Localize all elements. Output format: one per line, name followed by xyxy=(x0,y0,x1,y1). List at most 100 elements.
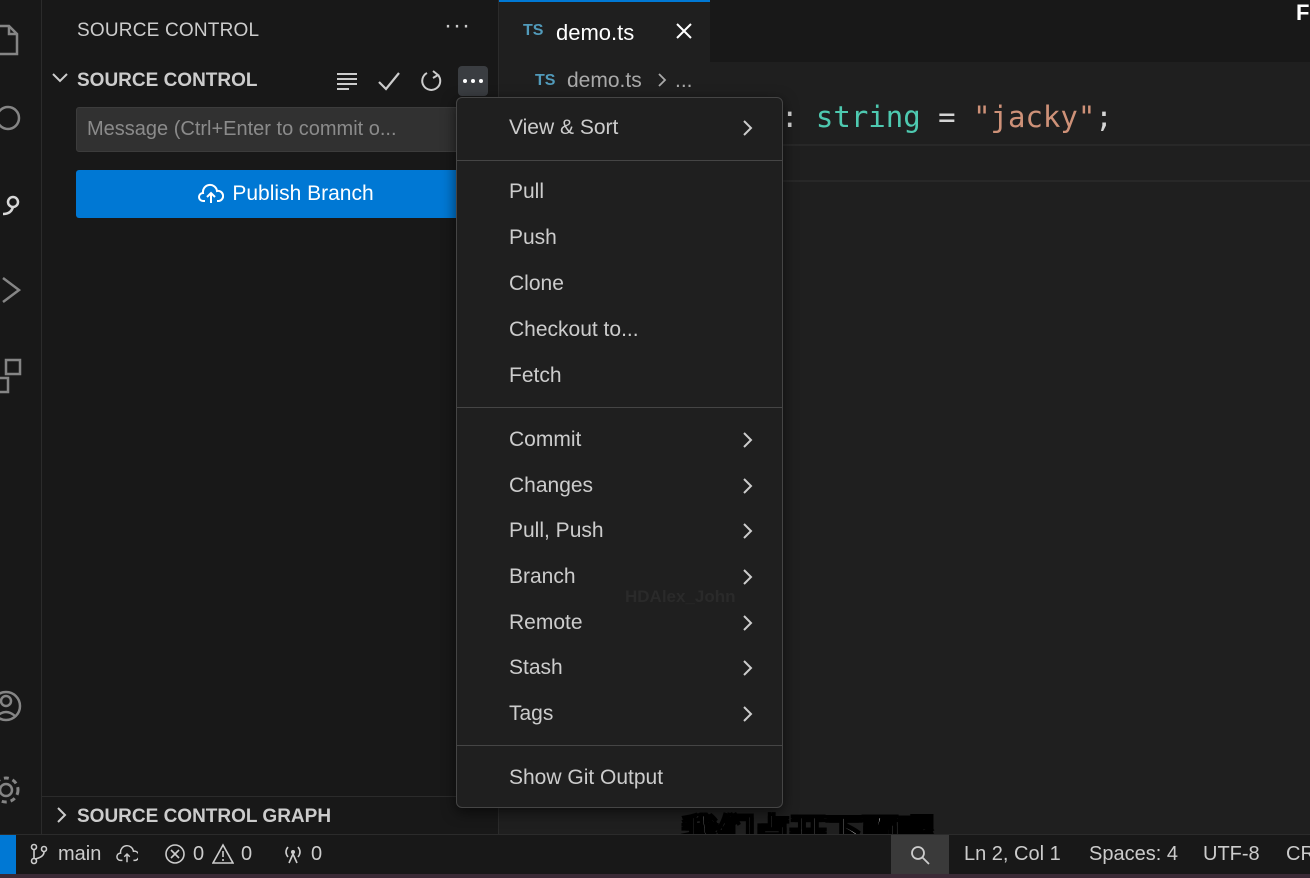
menu-item-commit[interactable]: Commit xyxy=(457,420,782,460)
chevron-right-icon xyxy=(743,706,753,722)
chevron-right-icon xyxy=(743,615,753,631)
code-semicolon: ; xyxy=(1095,100,1113,134)
menu-item-label: Show Git Output xyxy=(509,766,664,789)
warning-icon xyxy=(212,843,234,864)
menu-item-pull[interactable]: Pull xyxy=(457,172,782,212)
settings-gear-icon[interactable] xyxy=(0,772,24,808)
error-count[interactable]: 0 xyxy=(193,843,204,866)
menu-item-clone[interactable]: Clone xyxy=(457,264,782,304)
menu-item-changes[interactable]: Changes xyxy=(457,466,782,506)
menu-item-label: Changes xyxy=(509,474,594,497)
menu-item-label: Fetch xyxy=(509,364,562,387)
explorer-icon[interactable] xyxy=(0,22,24,58)
source-control-graph-header[interactable]: SOURCE CONTROL GRAPH xyxy=(42,796,499,834)
breadcrumb-more[interactable]: ... xyxy=(675,69,693,93)
source-control-section-header[interactable]: SOURCE CONTROL xyxy=(42,62,499,100)
menu-item-pull-push[interactable]: Pull, Push xyxy=(457,511,782,551)
graph-label: SOURCE CONTROL GRAPH xyxy=(77,806,332,827)
current-line-highlight xyxy=(781,144,1310,182)
refresh-icon[interactable] xyxy=(416,66,446,96)
remote-indicator[interactable] xyxy=(0,835,16,875)
menu-item-push[interactable]: Push xyxy=(457,218,782,258)
corner-glyph: F xyxy=(1296,0,1310,25)
chevron-right-icon xyxy=(743,120,753,136)
chevron-right-icon xyxy=(743,478,753,494)
menu-item-label: Commit xyxy=(509,428,582,451)
menu-item-label: Clone xyxy=(509,272,564,295)
chevron-right-icon xyxy=(743,432,753,448)
menu-item-checkout-to[interactable]: Checkout to... xyxy=(457,310,782,350)
end-of-line[interactable]: CR xyxy=(1286,843,1310,866)
error-icon xyxy=(165,844,185,864)
section-label: SOURCE CONTROL xyxy=(77,70,258,91)
warning-count[interactable]: 0 xyxy=(241,843,252,866)
breadcrumb: TS demo.ts ... xyxy=(499,62,1310,100)
source-control-icon[interactable] xyxy=(0,188,24,224)
menu-item-view-sort[interactable]: View & Sort xyxy=(457,108,782,148)
tab-label: demo.ts xyxy=(556,20,635,45)
activity-bar xyxy=(0,0,42,834)
cloud-upload-icon xyxy=(198,183,225,203)
status-bar: main 0 0 0 Ln 2, Col 1 Spaces: 4 UTF-8 C… xyxy=(0,834,1310,875)
watermark: HDAlex_John xyxy=(625,587,736,606)
view-as-list-icon[interactable] xyxy=(332,66,362,96)
chevron-right-icon xyxy=(743,569,753,585)
typescript-file-icon: TS xyxy=(523,22,544,39)
chevron-right-icon xyxy=(658,73,667,87)
code-equals: = xyxy=(920,100,974,134)
sidebar-more-actions-icon[interactable]: ··· xyxy=(444,12,471,40)
zoom-icon xyxy=(911,846,930,865)
chevron-right-icon xyxy=(57,807,67,823)
close-icon[interactable] xyxy=(673,20,695,42)
chevron-right-icon xyxy=(743,660,753,676)
menu-item-label: Pull, Push xyxy=(509,519,604,542)
publish-branch-label: Publish Branch xyxy=(232,182,374,205)
source-control-more-actions-menu: View & Sort Pull Push Clone Checkout to.… xyxy=(456,97,783,808)
menu-item-label: Checkout to... xyxy=(509,318,639,341)
menu-item-label: Tags xyxy=(509,702,554,725)
menu-item-label: Stash xyxy=(509,656,563,679)
code-type: string xyxy=(815,100,921,134)
bottom-strip xyxy=(0,874,1310,878)
ports-count[interactable]: 0 xyxy=(311,843,322,866)
menu-item-label: Push xyxy=(509,226,557,249)
chevron-down-icon xyxy=(52,73,68,83)
menu-separator xyxy=(457,745,782,746)
menu-separator xyxy=(457,407,782,408)
typescript-file-icon: TS xyxy=(535,72,556,89)
menu-item-show-git-output[interactable]: Show Git Output xyxy=(457,758,782,798)
search-icon[interactable] xyxy=(0,102,24,138)
more-actions-icon[interactable] xyxy=(458,66,488,96)
menu-item-fetch[interactable]: Fetch xyxy=(457,356,782,396)
menu-item-label: Pull xyxy=(509,180,545,203)
menu-separator xyxy=(457,160,782,161)
commit-message-input[interactable] xyxy=(76,107,496,152)
sidebar-title: SOURCE CONTROL xyxy=(77,20,260,41)
indentation[interactable]: Spaces: 4 xyxy=(1089,843,1178,866)
ports-broadcast-icon xyxy=(285,846,301,864)
code-line: : string = "jacky"; xyxy=(781,100,1113,134)
menu-item-tags[interactable]: Tags xyxy=(457,694,782,734)
code-string: "jacky" xyxy=(973,100,1096,134)
branch-name[interactable]: main xyxy=(58,843,101,866)
menu-item-label: View & Sort xyxy=(509,116,619,139)
menu-item-stash[interactable]: Stash xyxy=(457,648,782,688)
zoom-button[interactable] xyxy=(891,835,949,875)
encoding[interactable]: UTF-8 xyxy=(1203,843,1260,866)
cloud-upload-icon[interactable] xyxy=(116,843,138,865)
menu-item-remote[interactable]: Remote xyxy=(457,603,782,643)
git-branch-icon xyxy=(30,843,48,865)
publish-branch-button[interactable]: Publish Branch xyxy=(76,170,496,218)
code-colon: : xyxy=(781,100,816,134)
run-debug-icon[interactable] xyxy=(0,272,24,308)
chevron-right-icon xyxy=(743,523,753,539)
commit-check-icon[interactable] xyxy=(374,66,404,96)
account-icon[interactable] xyxy=(0,688,24,724)
extensions-icon[interactable] xyxy=(0,358,24,396)
tab-demo-ts[interactable]: TS demo.ts xyxy=(499,0,710,62)
editor-tab-bar: TS demo.ts xyxy=(499,0,1310,62)
menu-item-label: Branch xyxy=(509,565,576,588)
cursor-position[interactable]: Ln 2, Col 1 xyxy=(964,843,1061,866)
menu-item-label: Remote xyxy=(509,611,583,634)
breadcrumb-file[interactable]: demo.ts xyxy=(567,69,642,93)
